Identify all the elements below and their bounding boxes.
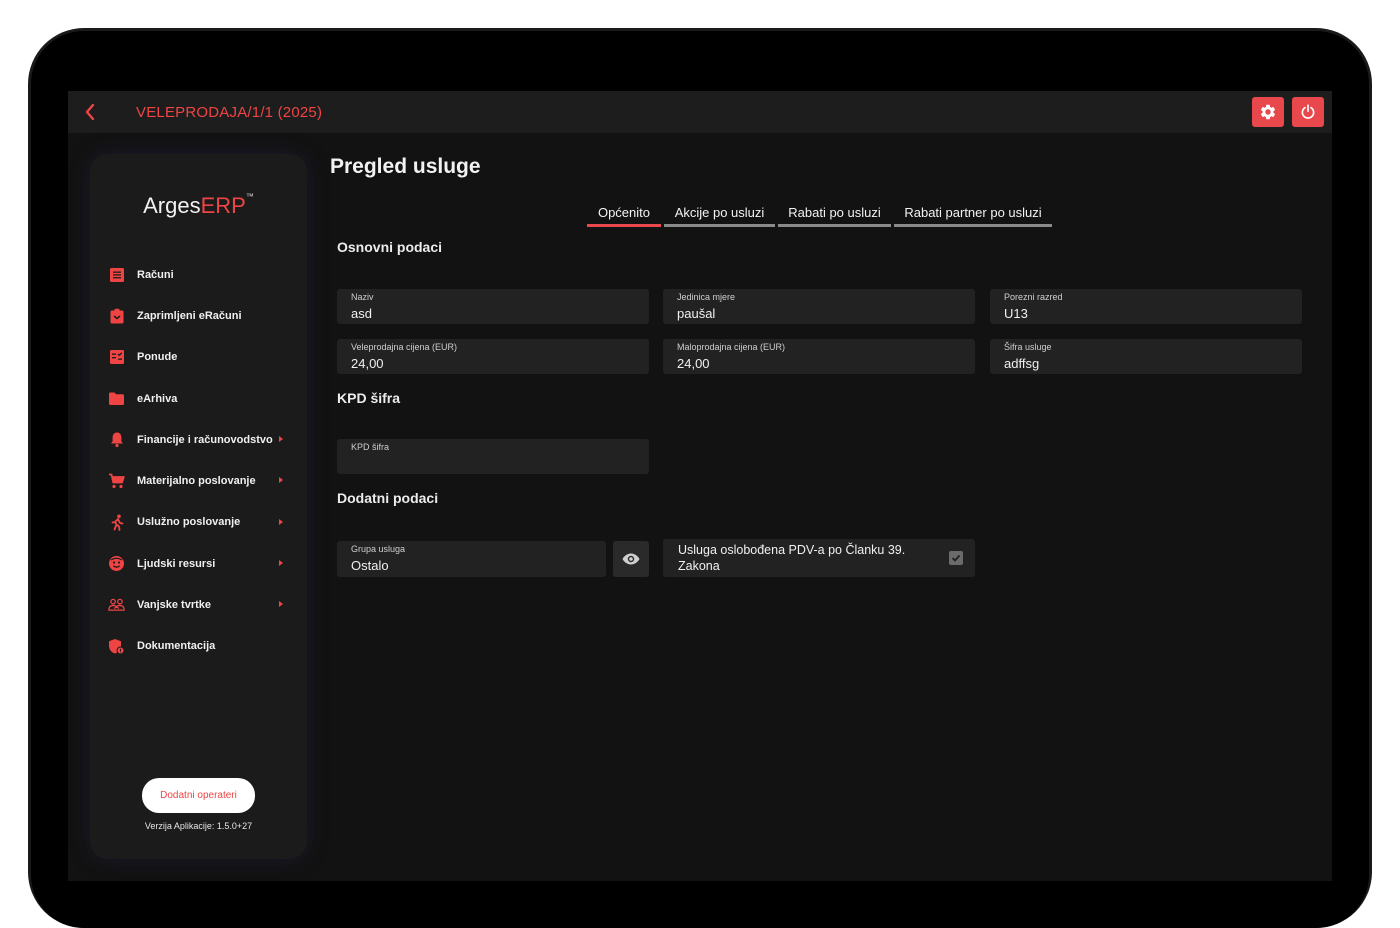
- sidebar-item-racuni[interactable]: Računi: [90, 254, 307, 295]
- jedinica-mjere-field[interactable]: Jedinica mjere paušal: [663, 289, 975, 324]
- field-value: Ostalo: [351, 558, 389, 573]
- app-logo: ArgesERP™: [143, 191, 254, 218]
- tab-akcije[interactable]: Akcije po usluzi: [664, 200, 775, 227]
- section-title-extra: Dodatni podaci: [337, 490, 439, 506]
- submenu-arrow-icon: [279, 477, 283, 484]
- tab-opcenito[interactable]: Općenito: [587, 200, 661, 227]
- field-label: Grupa usluga: [351, 544, 406, 554]
- gear-icon: [1260, 104, 1276, 120]
- sidebar-item-ljudski-resursi[interactable]: Ljudski resursi: [90, 543, 307, 584]
- running-person-icon: [108, 514, 125, 531]
- sidebar-item-label: Zaprimljeni eRačuni: [137, 309, 242, 322]
- field-label: Jedinica mjere: [677, 292, 736, 302]
- offer-list-icon: [108, 349, 125, 366]
- kpd-sifra-field[interactable]: KPD šifra: [337, 439, 649, 474]
- sidebar-item-dokumentacija[interactable]: Dokumentacija: [90, 626, 307, 667]
- app-version: Verzija Aplikacije: 1.5.0+27: [144, 821, 253, 831]
- sidebar-item-label: Vanjske tvrtke: [137, 599, 211, 612]
- naziv-field[interactable]: Naziv asd: [337, 289, 649, 324]
- field-value: 24,00: [351, 356, 384, 371]
- pdv-exempt-label: Usluga oslobođena PDV-a po Članku 39. Za…: [678, 543, 906, 573]
- field-value: 24,00: [677, 356, 710, 371]
- app-screen: VELEPRODAJA/1/1 (2025) ArgesERP™ Računi: [68, 91, 1332, 881]
- settings-button[interactable]: [1252, 97, 1284, 127]
- field-value: asd: [351, 306, 372, 321]
- submenu-arrow-icon: [279, 601, 283, 608]
- power-icon: [1301, 104, 1315, 119]
- cart-icon: [108, 473, 125, 490]
- top-bar: VELEPRODAJA/1/1 (2025): [68, 91, 1332, 133]
- power-button[interactable]: [1292, 97, 1324, 127]
- sidebar-item-vanjske-tvrtke[interactable]: Vanjske tvrtke: [90, 584, 307, 625]
- submenu-arrow-icon: [279, 518, 283, 525]
- veleprodajna-cijena-field[interactable]: Veleprodajna cijena (EUR) 24,00: [337, 339, 649, 374]
- face-icon: [108, 555, 125, 572]
- section-title-kpd: KPD šifra: [337, 390, 401, 406]
- sidebar-item-usluzno[interactable]: Uslužno poslovanje: [90, 502, 307, 543]
- sidebar-item-label: Dokumentacija: [137, 640, 216, 653]
- field-value: paušal: [677, 306, 716, 321]
- sidebar: ArgesERP™ Računi Zaprimljeni eRačuni Pon…: [90, 154, 307, 859]
- checkmark-icon: [951, 554, 961, 562]
- grupa-usluga-field[interactable]: Grupa usluga Ostalo: [337, 541, 606, 577]
- clipboard-inbox-icon: [108, 307, 125, 324]
- chevron-left-icon: [85, 103, 95, 121]
- submenu-arrow-icon: [279, 560, 283, 567]
- eye-icon: [622, 553, 640, 565]
- sidebar-item-label: Materijalno poslovanje: [137, 475, 256, 488]
- field-label: Porezni razred: [1004, 292, 1063, 302]
- porezni-razred-field[interactable]: Porezni razred U13: [990, 289, 1302, 324]
- sidebar-item-financije[interactable]: Financije i računovodstvo: [90, 419, 307, 460]
- back-button[interactable]: [80, 100, 102, 124]
- additional-operators-button[interactable]: Dodatni operateri: [142, 778, 255, 813]
- field-label: Veleprodajna cijena (EUR): [351, 342, 458, 352]
- pdv-exempt-field[interactable]: Usluga oslobođena PDV-a po Članku 39. Za…: [663, 539, 975, 577]
- handshake-icon: [108, 597, 125, 614]
- field-label: Naziv: [351, 292, 374, 302]
- sidebar-item-label: Uslužno poslovanje: [137, 516, 241, 529]
- sidebar-item-label: Računi: [137, 268, 174, 281]
- view-group-button[interactable]: [613, 541, 649, 577]
- folder-icon: [108, 390, 125, 407]
- sidebar-item-materijalno[interactable]: Materijalno poslovanje: [90, 460, 307, 501]
- sidebar-nav: Računi Zaprimljeni eRačuni Ponude eArhiv…: [90, 254, 307, 667]
- sifra-usluge-field[interactable]: Šifra usluge adffsg: [990, 339, 1302, 374]
- sidebar-item-label: eArhiva: [137, 392, 178, 405]
- tab-rabati[interactable]: Rabati po usluzi: [778, 200, 891, 227]
- submenu-arrow-icon: [279, 436, 283, 443]
- sidebar-item-label: Financije i računovodstvo: [137, 433, 273, 446]
- field-label: Maloprodajna cijena (EUR): [677, 342, 786, 352]
- tab-rabati-partner[interactable]: Rabati partner po usluzi: [894, 200, 1052, 227]
- pdv-exempt-checkbox[interactable]: [949, 551, 963, 565]
- sidebar-item-label: Ponude: [137, 351, 178, 364]
- sidebar-item-ponude[interactable]: Ponude: [90, 337, 307, 378]
- page-title: Pregled usluge: [330, 155, 481, 178]
- receipt-icon: [108, 266, 125, 283]
- section-title-basic: Osnovni podaci: [337, 239, 443, 255]
- field-label: KPD šifra: [351, 442, 390, 452]
- maloprodajna-cijena-field[interactable]: Maloprodajna cijena (EUR) 24,00: [663, 339, 975, 374]
- field-label: Šifra usluge: [1004, 342, 1052, 352]
- shield-doc-icon: [108, 638, 125, 655]
- sidebar-item-label: Ljudski resursi: [137, 557, 216, 570]
- field-value: U13: [1004, 306, 1028, 321]
- bell-icon: [108, 431, 125, 448]
- sidebar-item-zaprimljeni-eracuni[interactable]: Zaprimljeni eRačuni: [90, 295, 307, 336]
- document-title: VELEPRODAJA/1/1 (2025): [136, 104, 323, 121]
- field-value: adffsg: [1004, 356, 1040, 371]
- sidebar-item-earhiva[interactable]: eArhiva: [90, 378, 307, 419]
